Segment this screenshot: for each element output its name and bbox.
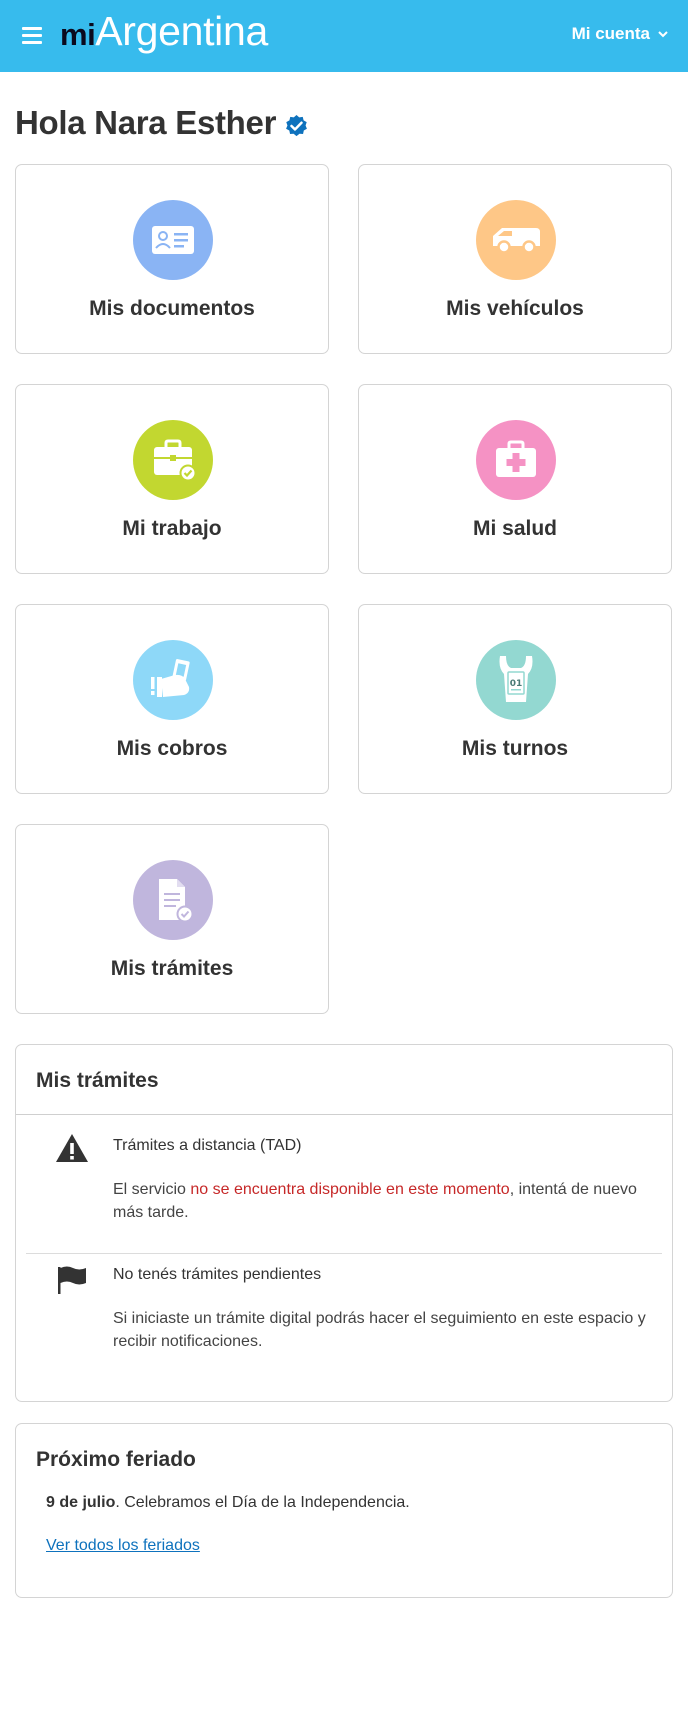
circle-cobros: [133, 640, 213, 720]
tad-title: Trámites a distancia (TAD): [113, 1137, 302, 1154]
briefcase-icon: [154, 439, 196, 481]
svg-text:01: 01: [510, 679, 523, 689]
document-check-icon: [159, 879, 194, 923]
account-menu-button[interactable]: Mi cuenta: [572, 24, 668, 44]
tramites-panel: Mis trámites Trámites a distancia (TAD) …: [15, 1044, 673, 1402]
ticket-hand-icon: 01: [499, 656, 533, 702]
account-label: Mi cuenta: [571, 24, 650, 43]
logo[interactable]: mi Argentina: [60, 8, 268, 64]
card-mi-trabajo[interactable]: Mi trabajo: [15, 384, 329, 574]
flag-icon: [58, 1266, 86, 1294]
page-title: Hola Nara Esther: [15, 104, 277, 141]
logo-argentina: Argentina: [95, 8, 268, 54]
card-label: Mis cobros: [116, 737, 228, 760]
tad-message-prefix: El servicio: [113, 1181, 191, 1198]
tramites-panel-title: Mis trámites: [36, 1069, 159, 1092]
circle-trabajo: [133, 420, 213, 500]
card-mis-documentos[interactable]: Mis documentos: [15, 164, 329, 354]
card-mi-salud[interactable]: Mi salud: [358, 384, 672, 574]
feriado-description: . Celebramos el Día de la Independencia.: [115, 1494, 410, 1511]
first-aid-kit-icon: [496, 440, 536, 477]
van-icon: [493, 228, 540, 254]
card-mis-vehiculos[interactable]: Mis vehículos: [358, 164, 672, 354]
card-mis-turnos[interactable]: 01 Mis turnos: [358, 604, 672, 794]
card-mis-tramites[interactable]: Mis trámites: [15, 824, 329, 1014]
card-label: Mis turnos: [461, 737, 569, 760]
top-bar: mi Argentina Mi cuenta: [0, 0, 688, 72]
pending-title: No tenés trámites pendientes: [113, 1266, 322, 1283]
verified-badge-icon: [286, 114, 308, 136]
pending-message: Si iniciaste un trámite digital podrás h…: [113, 1310, 646, 1350]
card-label: Mi trabajo: [122, 517, 222, 540]
warning-icon: [56, 1134, 88, 1162]
menu-icon[interactable]: [22, 27, 42, 44]
hand-money-icon: [151, 659, 190, 697]
divider: [26, 1253, 662, 1254]
divider: [16, 1114, 672, 1115]
circle-vehiculos: [476, 200, 556, 280]
feriado-panel-title: Próximo feriado: [36, 1448, 196, 1471]
feriado-date: 9 de julio: [46, 1494, 116, 1511]
circle-turnos: 01: [476, 640, 556, 720]
tad-unavailable-text: no se encuentra disponible en este momen…: [190, 1181, 510, 1198]
tad-message: El servicio no se encuentra disponible e…: [113, 1178, 653, 1224]
card-label: Mis vehículos: [446, 297, 584, 320]
feriado-text: 9 de julio. Celebramos el Día de la Inde…: [46, 1494, 410, 1512]
feriado-panel: Próximo feriado 9 de julio. Celebramos e…: [15, 1423, 673, 1598]
circle-documentos: [133, 200, 213, 280]
chevron-down-icon: [658, 31, 668, 38]
circle-tramites: [133, 860, 213, 940]
card-mis-cobros[interactable]: Mis cobros: [15, 604, 329, 794]
card-label: Mis trámites: [110, 957, 234, 980]
card-label: Mi salud: [472, 517, 557, 540]
logo-mi: mi: [60, 17, 96, 52]
card-label: Mis documentos: [89, 297, 255, 320]
circle-salud: [476, 420, 556, 500]
ver-feriados-link[interactable]: Ver todos los feriados: [46, 1537, 200, 1555]
greeting: Hola Nara Esther: [15, 104, 309, 142]
id-card-icon: [152, 226, 194, 254]
